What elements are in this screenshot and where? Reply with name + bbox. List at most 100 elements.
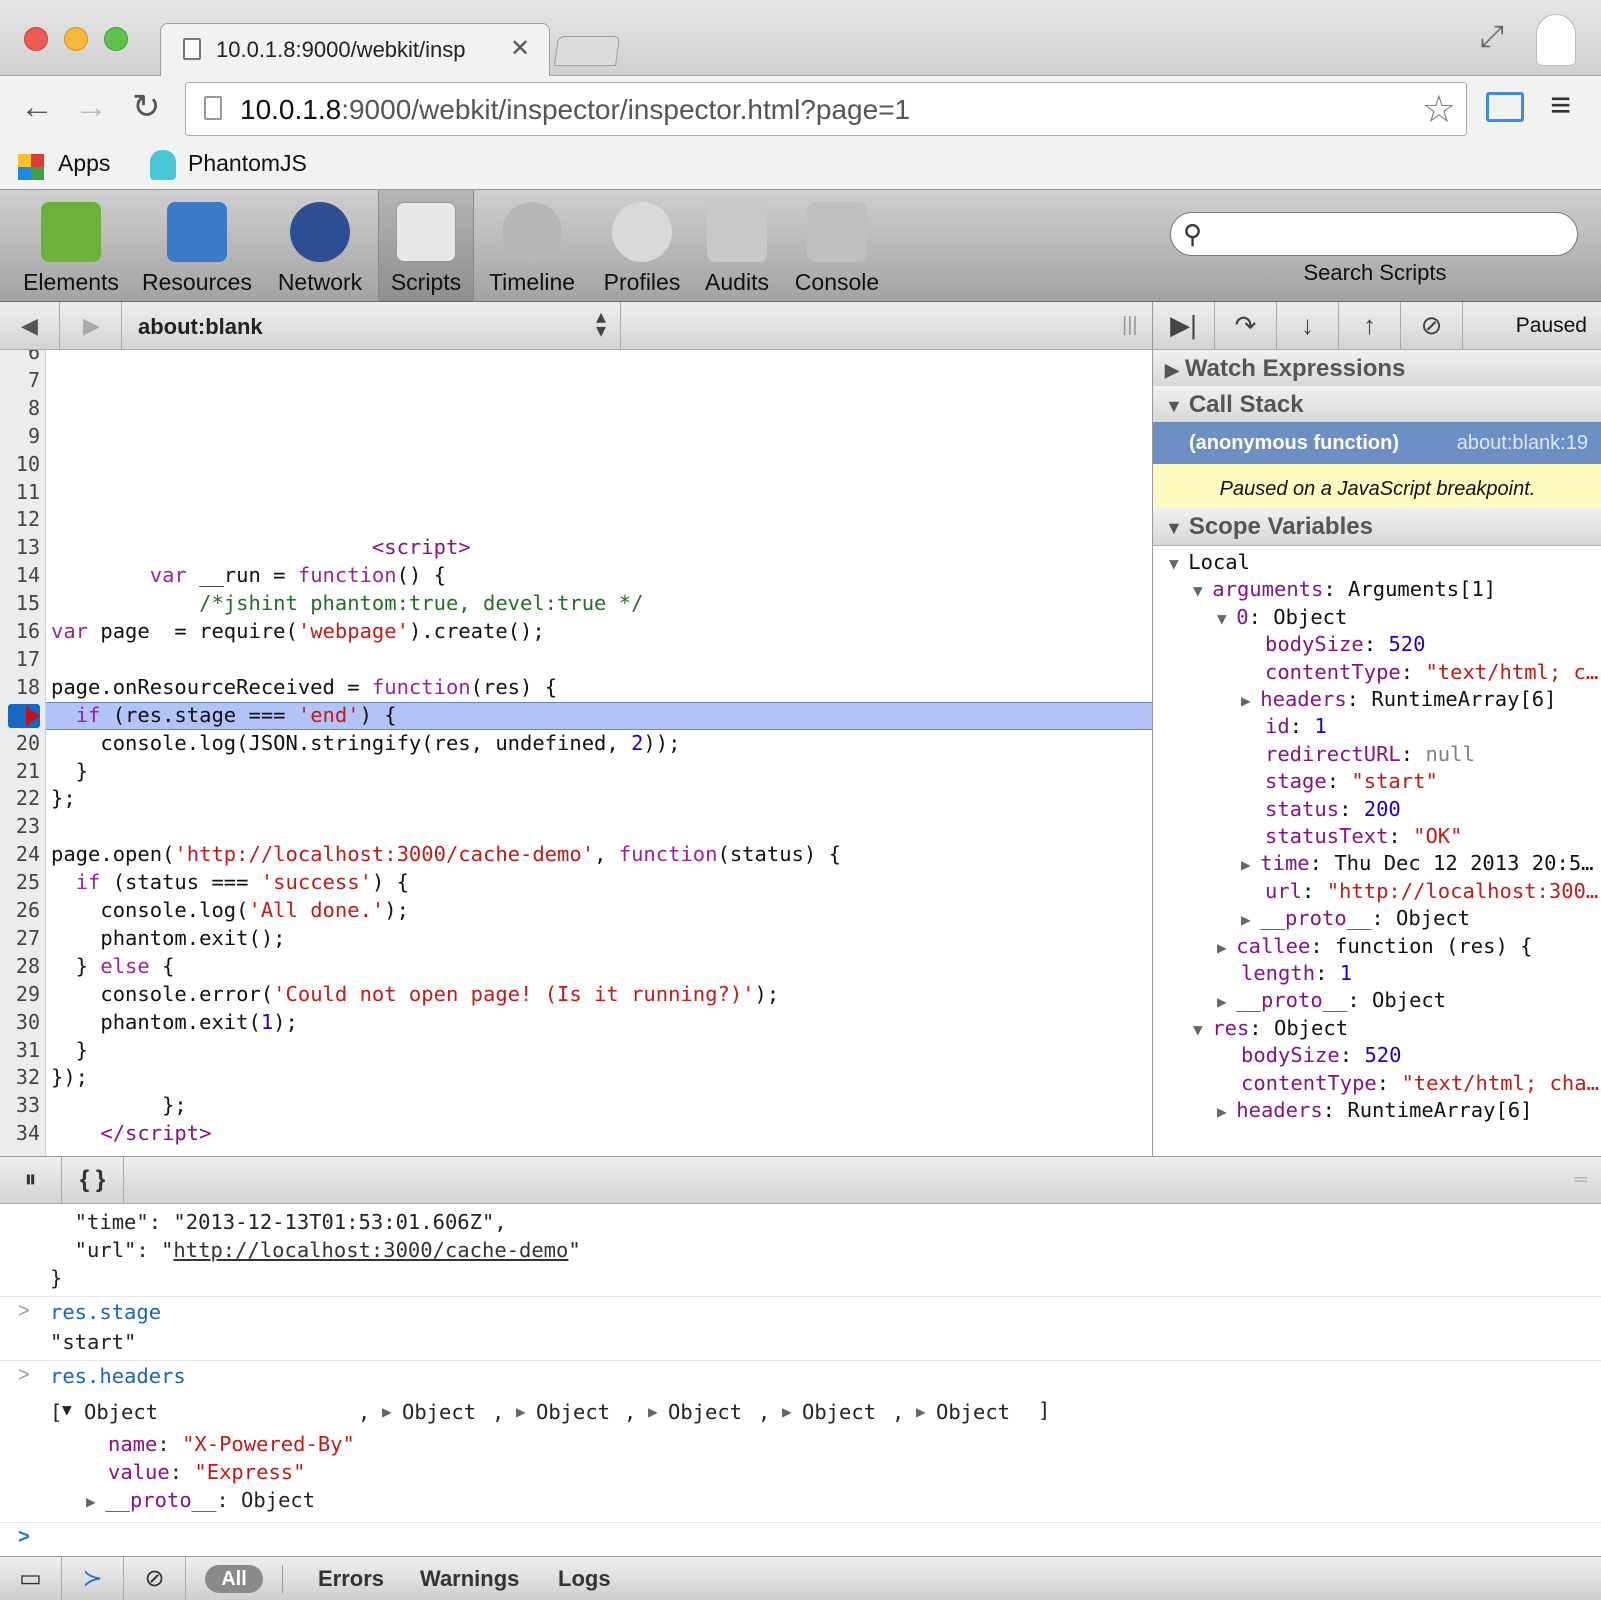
array-object[interactable]: Object [668, 1400, 742, 1424]
back-triangle-icon[interactable]: ◀ [0, 302, 60, 350]
line-number[interactable]: 7 [0, 368, 40, 392]
line-number[interactable]: 24 [0, 842, 40, 866]
line-number[interactable]: 27 [0, 926, 40, 950]
fullscreen-icon[interactable]: ⤢ [1480, 20, 1504, 54]
step-out-icon[interactable]: ↑ [1339, 302, 1401, 350]
tab-timeline[interactable]: Timeline [482, 190, 582, 302]
scope-variables-header[interactable]: ▼ Scope Variables [1153, 508, 1601, 546]
expand-triangle-icon[interactable]: ▶ [916, 1402, 926, 1421]
source-editor[interactable]: 6789101112131415161718192021222324252627… [0, 350, 1152, 1156]
line-number[interactable]: 23 [0, 814, 40, 838]
deactivate-breakpoints-icon[interactable]: ⊘ [1401, 302, 1463, 350]
pause-on-exceptions-icon[interactable]: ⏸ [0, 1157, 62, 1205]
line-number[interactable]: 20 [0, 731, 40, 755]
scope-variable[interactable]: ▼ 0: Object [1217, 605, 1347, 629]
expand-triangle-icon[interactable]: ▼ [62, 1400, 72, 1419]
line-number[interactable]: 11 [0, 480, 40, 504]
console-panel[interactable]: "time": "2013-12-13T01:53:01.606Z", "url… [0, 1204, 1601, 1556]
step-over-icon[interactable]: ↷ [1215, 302, 1277, 350]
step-into-icon[interactable]: ↓ [1277, 302, 1339, 350]
expand-triangle-icon[interactable]: ▶ [382, 1402, 392, 1421]
line-number[interactable]: 8 [0, 396, 40, 420]
tab-close-icon[interactable]: ✕ [510, 34, 530, 63]
dock-icon[interactable]: ▭ [0, 1557, 62, 1600]
pretty-print-icon[interactable]: { } [62, 1157, 124, 1205]
line-number[interactable]: 31 [0, 1038, 40, 1062]
breakpoint-marker-icon[interactable] [8, 704, 40, 728]
filter-all-button[interactable]: All [205, 1565, 263, 1593]
search-scripts-input[interactable]: ⚲ [1170, 212, 1578, 256]
scope-variable[interactable]: ▶ headers: RuntimeArray[6] [1217, 1098, 1533, 1122]
close-window-button[interactable] [24, 27, 48, 51]
resize-grip-icon[interactable]: ||| [1122, 314, 1138, 337]
bookmark-phantomjs[interactable]: PhantomJS [188, 150, 307, 177]
script-file-select[interactable]: about:blank [138, 314, 263, 340]
scope-variable[interactable]: ▶ __proto__: Object [1241, 906, 1470, 930]
line-number[interactable]: 29 [0, 982, 40, 1006]
array-object[interactable]: Object [84, 1400, 158, 1424]
line-number[interactable]: 16 [0, 619, 40, 643]
scope-variable[interactable]: ▶ __proto__: Object [1217, 988, 1446, 1012]
console-toggle-icon[interactable]: ≻ [62, 1557, 124, 1600]
line-number[interactable]: 26 [0, 898, 40, 922]
browser-tab[interactable]: 10.0.1.8:9000/webkit/insp ✕ [160, 23, 550, 77]
scope-variable[interactable]: ▶ time: Thu Dec 12 2013 20:5… [1241, 851, 1594, 875]
line-number[interactable]: 6 [0, 350, 40, 364]
resize-grip-icon[interactable]: ═ [1574, 1169, 1587, 1190]
address-bar[interactable]: 10.0.1.8:9000/webkit/inspector/inspector… [185, 82, 1467, 136]
call-frame[interactable]: (anonymous function) about:blank:19 [1153, 422, 1601, 464]
clear-console-icon[interactable]: ⊘ [124, 1557, 186, 1600]
array-object[interactable]: Object [402, 1400, 476, 1424]
bookmark-apps[interactable]: Apps [58, 150, 110, 177]
back-arrow-icon[interactable]: ← [20, 90, 54, 124]
watch-expressions-header[interactable]: ▶ Watch Expressions [1153, 350, 1601, 388]
tab-network[interactable]: Network [268, 190, 372, 302]
tab-console[interactable]: Console [790, 190, 884, 302]
forward-arrow-icon[interactable]: → [74, 90, 108, 124]
line-number[interactable]: 21 [0, 759, 40, 783]
forward-triangle-icon[interactable]: ▶ [62, 302, 122, 350]
tab-audits[interactable]: Audits [700, 190, 774, 302]
tab-profiles[interactable]: Profiles [594, 190, 690, 302]
line-number[interactable]: 17 [0, 647, 40, 671]
select-arrows-icon[interactable]: ▴ ▾ [596, 307, 606, 341]
array-object[interactable]: Object [802, 1400, 876, 1424]
expand-triangle-icon[interactable]: ▶ [782, 1402, 792, 1421]
line-number[interactable]: 14 [0, 563, 40, 587]
array-object[interactable]: Object [536, 1400, 610, 1424]
line-number[interactable]: 34 [0, 1121, 40, 1145]
tab-resources[interactable]: Resources [134, 190, 260, 302]
line-number[interactable]: 25 [0, 870, 40, 894]
scope-variable[interactable]: ▼ Local [1169, 550, 1250, 574]
minimize-window-button[interactable] [64, 27, 88, 51]
scope-variable[interactable]: ▼ arguments: Arguments[1] [1193, 577, 1496, 601]
property-row[interactable]: ▶ __proto__: Object [86, 1488, 315, 1512]
profile-avatar-icon[interactable] [1536, 14, 1576, 66]
scope-variable[interactable]: ▶ headers: RuntimeArray[6] [1241, 687, 1557, 711]
tab-elements[interactable]: Elements [16, 190, 126, 302]
new-tab-button[interactable] [553, 36, 621, 66]
console-prompt-input[interactable] [50, 1524, 1550, 1552]
line-number[interactable]: 10 [0, 452, 40, 476]
line-number[interactable]: 18 [0, 675, 40, 699]
menu-icon[interactable]: ≡ [1550, 84, 1571, 126]
console-url-link[interactable]: http://localhost:3000/cache-demo [173, 1238, 568, 1262]
reload-icon[interactable]: ↻ [132, 90, 161, 124]
zoom-window-button[interactable] [104, 27, 128, 51]
cast-icon[interactable] [1486, 92, 1524, 122]
line-number[interactable]: 22 [0, 786, 40, 810]
line-number[interactable]: 9 [0, 424, 40, 448]
array-object[interactable]: Object [936, 1400, 1010, 1424]
expand-triangle-icon[interactable]: ▶ [516, 1402, 526, 1421]
line-number[interactable]: 33 [0, 1093, 40, 1117]
tab-scripts[interactable]: Scripts [378, 190, 474, 302]
line-number[interactable]: 28 [0, 954, 40, 978]
filter-warnings-button[interactable]: Warnings [420, 1566, 519, 1592]
filter-errors-button[interactable]: Errors [318, 1566, 384, 1592]
filter-logs-button[interactable]: Logs [558, 1566, 611, 1592]
bookmark-star-icon[interactable]: ☆ [1422, 87, 1456, 132]
line-number[interactable]: 12 [0, 507, 40, 531]
line-number[interactable]: 15 [0, 591, 40, 615]
resume-icon[interactable]: ▶︎| [1153, 302, 1215, 350]
line-number[interactable]: 13 [0, 535, 40, 559]
